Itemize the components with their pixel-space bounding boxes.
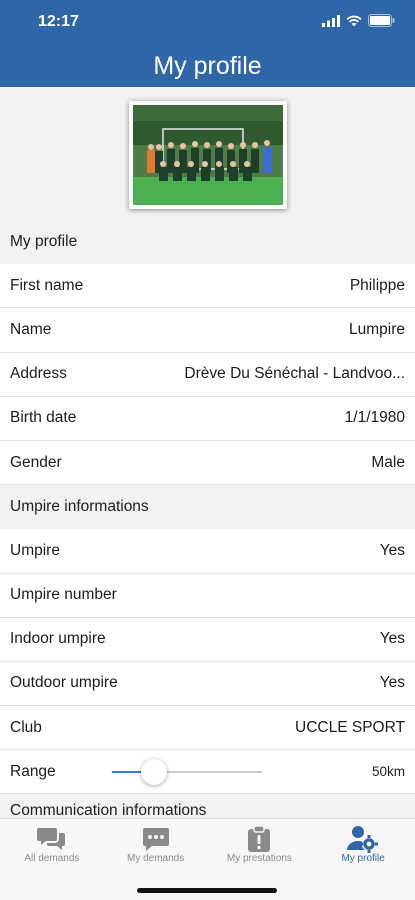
row-value: Philippe — [349, 276, 405, 294]
row-label: Club — [10, 718, 42, 736]
slider-thumb[interactable] — [140, 758, 167, 785]
row-value: Male — [371, 453, 405, 471]
header-bar: 12:17 My profile — [0, 0, 415, 87]
chat-dots-icon — [142, 825, 170, 853]
chat-bubbles-icon — [36, 825, 67, 853]
battery-icon — [368, 14, 395, 27]
row-value: Drève Du Sénéchal - Landvoo... — [184, 365, 405, 383]
tab-label: My profile — [341, 853, 385, 864]
row-label: Gender — [10, 453, 62, 471]
user-gear-icon — [347, 825, 379, 853]
row-label: Umpire number — [10, 586, 117, 604]
row-label: Outdoor umpire — [10, 674, 118, 692]
row-label: Birth date — [10, 409, 77, 427]
row-first-name[interactable]: First name Philippe — [0, 264, 415, 309]
row-address[interactable]: Address Drève Du Sénéchal - Landvoo... — [0, 352, 415, 397]
section-title: My profile — [10, 233, 78, 251]
row-label: First name — [10, 276, 84, 294]
tab-all-demands[interactable]: All demands — [0, 819, 104, 875]
row-indoor-umpire[interactable]: Indoor umpire Yes — [0, 617, 415, 662]
team-photo-image — [133, 105, 283, 205]
row-umpire[interactable]: Umpire Yes — [0, 529, 415, 574]
row-label: Name — [10, 320, 52, 338]
row-name[interactable]: Name Lumpire — [0, 308, 415, 353]
row-value: UCCLE SPORT — [295, 718, 405, 736]
row-label: Umpire — [10, 541, 60, 559]
tab-label: My prestations — [226, 853, 292, 864]
row-birth-date[interactable]: Birth date 1/1/1980 — [0, 396, 415, 441]
status-icons — [322, 14, 395, 27]
row-label: Range — [10, 762, 56, 780]
home-indicator — [137, 888, 277, 893]
range-slider[interactable] — [111, 757, 262, 787]
row-gender[interactable]: Gender Male — [0, 440, 415, 486]
tab-bar: All demands My demands My prestations My… — [0, 818, 415, 900]
row-value: Yes — [379, 541, 405, 559]
tab-my-demands[interactable]: My demands — [104, 819, 208, 875]
row-value: Lumpire — [349, 320, 405, 338]
clipboard-alert-icon — [246, 825, 272, 853]
row-label: Address — [10, 365, 67, 383]
tab-label: All demands — [24, 853, 80, 864]
status-time: 12:17 — [38, 13, 79, 30]
profile-list: My profile First name Philippe Name Lump… — [0, 220, 415, 825]
profile-photo[interactable] — [129, 101, 287, 209]
page-title: My profile — [153, 52, 262, 80]
tab-label: My demands — [127, 853, 185, 864]
row-value: 1/1/1980 — [344, 409, 405, 427]
row-range: Range 50km — [0, 750, 415, 795]
row-value: Yes — [379, 630, 405, 648]
tab-my-prestations[interactable]: My prestations — [208, 819, 312, 875]
section-header-umpire: Umpire informations — [0, 485, 415, 530]
signal-icon — [322, 14, 340, 27]
row-umpire-number[interactable]: Umpire number — [0, 573, 415, 618]
row-value: Yes — [379, 674, 405, 692]
range-value: 50km — [371, 764, 405, 780]
section-title: Umpire informations — [10, 498, 149, 516]
wifi-icon — [346, 15, 362, 26]
section-header-profile: My profile — [0, 220, 415, 265]
row-label: Indoor umpire — [10, 630, 106, 648]
tab-my-profile[interactable]: My profile — [311, 819, 415, 875]
row-outdoor-umpire[interactable]: Outdoor umpire Yes — [0, 661, 415, 707]
row-club[interactable]: Club UCCLE SPORT — [0, 706, 415, 751]
